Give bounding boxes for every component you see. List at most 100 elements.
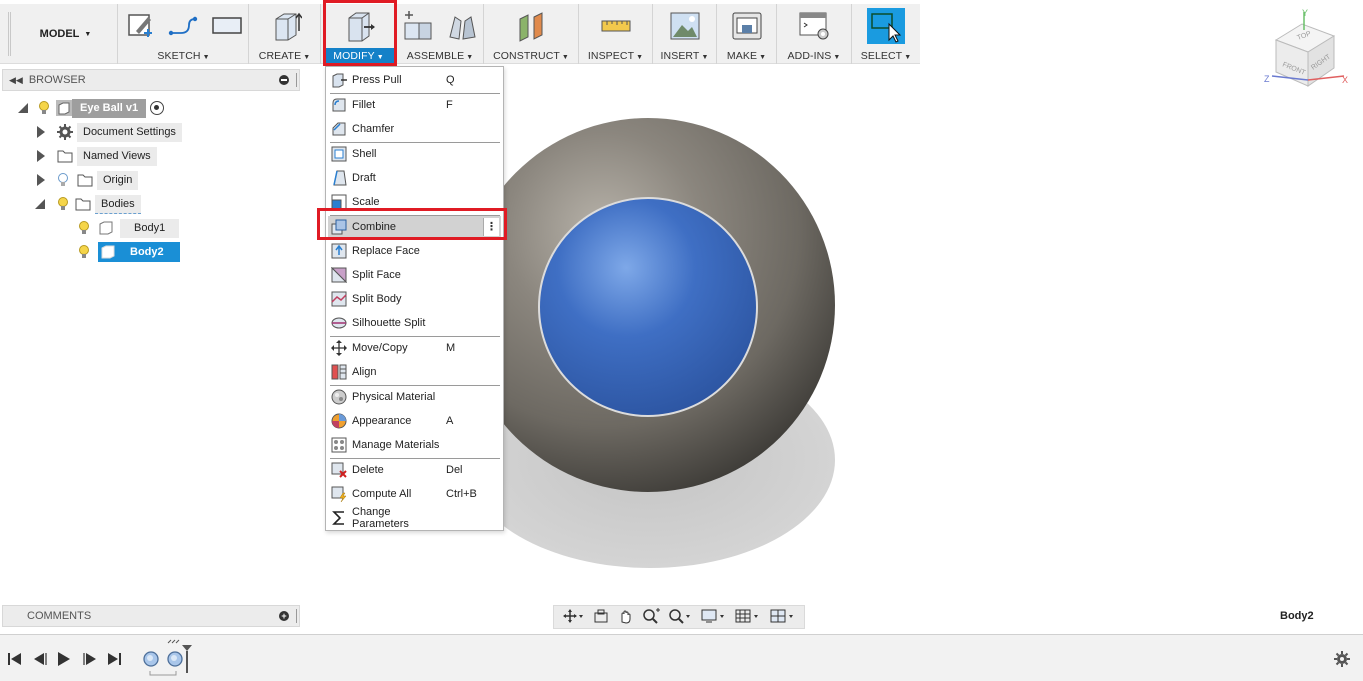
display-settings-icon[interactable] <box>701 608 727 627</box>
toolbar-group-assemble[interactable]: ASSEMBLE ▼ <box>397 4 484 64</box>
browser-title: BROWSER <box>28 74 86 86</box>
expand-triangle-icon[interactable] <box>37 150 45 162</box>
root-label[interactable]: Eye Ball v1 <box>72 98 147 118</box>
toolbar-group-insert[interactable]: INSERT ▼ <box>653 4 717 64</box>
viewcube[interactable]: TOP FRONT RIGHT Y X Z <box>1258 6 1354 96</box>
tree-item-label: Bodies <box>95 194 141 214</box>
main-toolbar: MODEL ▼ SKETCH ▼ CREATE ▼ MODIFY ▼ ASSEM… <box>0 4 920 64</box>
tree-item-document-settings[interactable]: Document Settings <box>37 122 182 142</box>
visibility-bulb-icon[interactable] <box>78 244 90 260</box>
menu-item-physical-material[interactable]: Physical Material <box>328 386 501 408</box>
timeline-feature-sphere-icon[interactable] <box>167 651 183 667</box>
tree-root[interactable]: Eye Ball v1 <box>18 98 165 118</box>
previous-step-icon[interactable] <box>34 653 47 665</box>
orbit-icon[interactable] <box>562 608 584 627</box>
chevron-down-icon: ▼ <box>636 54 644 61</box>
tree-item-named-views[interactable]: Named Views <box>37 146 157 166</box>
joint-icon[interactable] <box>445 9 479 43</box>
toolbar-group-sketch[interactable]: SKETCH ▼ <box>119 4 249 64</box>
expand-triangle-icon[interactable] <box>18 103 28 113</box>
visibility-bulb-icon[interactable] <box>78 220 90 236</box>
axis-z-label: Z <box>1264 74 1270 84</box>
expand-triangle-icon[interactable] <box>37 126 45 138</box>
extrude-icon[interactable] <box>268 9 303 43</box>
viewports-icon[interactable] <box>770 608 796 627</box>
menu-item-split-face[interactable]: Split Face <box>328 264 501 286</box>
toolbar-group-select[interactable]: SELECT ▼ <box>852 4 920 64</box>
menu-item-shortcut: M <box>446 342 456 354</box>
create-sketch-icon[interactable] <box>124 9 158 43</box>
expand-triangle-icon[interactable] <box>35 199 45 209</box>
look-at-icon[interactable] <box>593 608 609 627</box>
visibility-bulb-icon[interactable] <box>57 196 69 212</box>
iris-body2[interactable] <box>538 197 758 417</box>
new-component-icon[interactable] <box>402 9 436 43</box>
toolbar-group-create[interactable]: CREATE ▼ <box>249 4 321 64</box>
toolbar-group-make[interactable]: MAKE ▼ <box>717 4 777 64</box>
minimize-icon[interactable] <box>279 75 289 85</box>
first-step-icon[interactable] <box>8 653 21 665</box>
tree-item-label: Body1 <box>120 218 180 238</box>
menu-item-shell[interactable]: Shell <box>328 143 501 165</box>
menu-item-split-body[interactable]: Split Body <box>328 288 501 310</box>
menu-item-manage-materials[interactable]: Manage Materials <box>328 434 501 456</box>
measure-icon[interactable] <box>599 9 633 43</box>
menu-item-press-pull[interactable]: Press Pull Q <box>328 69 501 91</box>
toolbar-group-construct[interactable]: CONSTRUCT ▼ <box>484 4 579 64</box>
zoom-icon[interactable] <box>642 607 660 627</box>
visibility-bulb-icon[interactable] <box>57 172 69 188</box>
group-label-sketch: SKETCH <box>157 50 201 62</box>
offset-plane-icon[interactable] <box>514 9 548 43</box>
menu-item-chamfer[interactable]: Chamfer <box>328 118 501 140</box>
comments-title: COMMENTS <box>27 610 92 622</box>
modify-highlight-box <box>323 0 397 66</box>
menu-item-silhouette-split[interactable]: Silhouette Split <box>328 312 501 334</box>
menu-item-align[interactable]: Align <box>328 361 501 383</box>
menu-item-replace-face[interactable]: Replace Face <box>328 240 501 262</box>
menu-item-draft[interactable]: Draft <box>328 167 501 189</box>
toolbar-group-add-ins[interactable]: ADD-INS ▼ <box>777 4 852 64</box>
group-label-create: CREATE <box>258 50 302 62</box>
timeline-settings-gear-icon[interactable] <box>1334 651 1350 667</box>
panel-resize-handle[interactable] <box>296 73 297 87</box>
panel-resize-handle[interactable] <box>296 609 297 623</box>
grid-icon[interactable] <box>735 608 761 627</box>
rectangle-icon[interactable] <box>210 9 244 43</box>
workspace-switcher[interactable]: MODEL ▼ <box>14 4 118 64</box>
3d-print-icon[interactable] <box>730 9 764 43</box>
pan-icon[interactable] <box>617 608 633 627</box>
menu-item-delete[interactable]: Delete Del <box>328 459 501 481</box>
insert-image-icon[interactable] <box>668 9 702 43</box>
group-label-add-ins: ADD-INS <box>787 50 832 62</box>
timeline-controls <box>8 652 121 666</box>
last-step-icon[interactable] <box>108 653 121 665</box>
tree-item-body2[interactable]: Body2 <box>78 242 180 262</box>
menu-item-appearance[interactable]: Appearance A <box>328 410 501 432</box>
toolbar-grip[interactable] <box>8 12 11 56</box>
timeline-bar <box>0 634 1363 681</box>
scripts-icon[interactable] <box>797 9 831 43</box>
selected-node[interactable]: Body2 <box>98 242 180 262</box>
visibility-bulb-icon[interactable] <box>38 100 50 116</box>
expand-triangle-icon[interactable] <box>37 174 45 186</box>
split-face-icon <box>330 266 348 284</box>
menu-item-move-copy[interactable]: Move/Copy M <box>328 337 501 359</box>
next-step-icon[interactable] <box>83 653 96 665</box>
viewport-canvas[interactable] <box>440 110 880 580</box>
menu-item-fillet[interactable]: Fillet F <box>328 94 501 116</box>
fit-icon[interactable] <box>668 608 692 627</box>
line-icon[interactable] <box>167 9 201 43</box>
collapse-panel-icon[interactable]: ◀◀ <box>9 75 23 86</box>
tree-item-origin[interactable]: Origin <box>37 170 139 190</box>
timeline-feature-sphere-icon[interactable] <box>143 651 159 667</box>
select-icon[interactable] <box>867 8 905 44</box>
add-comment-icon[interactable]: + <box>279 611 289 621</box>
menu-item-compute-all[interactable]: Compute All Ctrl+B <box>328 483 501 505</box>
activate-radio-icon[interactable] <box>150 101 165 115</box>
play-icon[interactable] <box>58 652 70 666</box>
tree-item-bodies[interactable]: Bodies <box>35 194 141 214</box>
tree-item-body1[interactable]: Body1 <box>78 218 180 238</box>
menu-item-change-parameters[interactable]: Change Parameters <box>328 506 501 530</box>
toolbar-group-inspect[interactable]: INSPECT ▼ <box>579 4 653 64</box>
align-icon <box>331 364 347 380</box>
